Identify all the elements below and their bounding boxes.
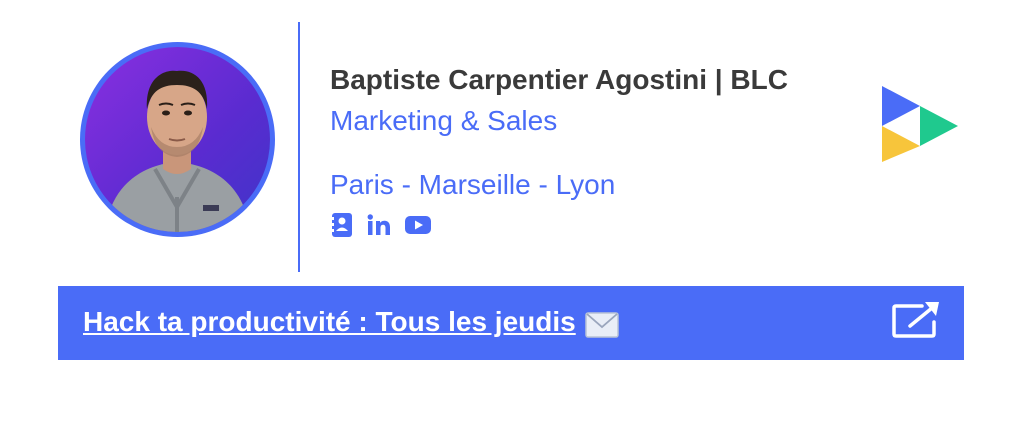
open-external-icon[interactable]: [892, 300, 942, 338]
linkedin-icon[interactable]: [367, 214, 391, 236]
newsletter-banner[interactable]: Hack ta productivité : Tous les jeudis: [58, 286, 964, 360]
avatar: [80, 42, 275, 237]
email-signature: Baptiste Carpentier Agostini | BLC Marke…: [0, 0, 1034, 426]
youtube-icon[interactable]: [405, 215, 431, 235]
social-links: [331, 212, 431, 238]
contact-book-icon[interactable]: [331, 212, 353, 238]
contact-location: Paris - Marseille - Lyon: [330, 169, 616, 200]
avatar-photo: [85, 47, 270, 232]
vertical-divider: [298, 22, 300, 272]
newsletter-link[interactable]: Hack ta productivité : Tous les jeudis: [83, 306, 576, 338]
brand-logo-icon: [880, 84, 960, 164]
envelope-icon: [585, 312, 619, 338]
contact-name: Baptiste Carpentier Agostini | BLC: [330, 64, 788, 95]
contact-role: Marketing & Sales: [330, 105, 558, 136]
